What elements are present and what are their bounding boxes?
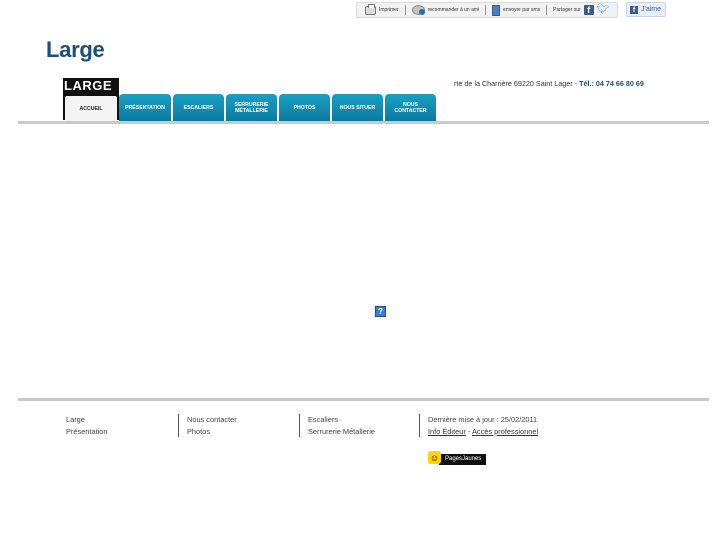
missing-image-icon: ?	[375, 306, 386, 317]
smiley-icon: ☺	[428, 451, 441, 464]
editor-links: Info Éditeur - Accès professionnel	[428, 426, 538, 438]
info-editeur-link[interactable]: Info Éditeur	[428, 427, 466, 436]
facebook-like-button[interactable]: f J'aime	[626, 2, 666, 17]
pagesjaunes-label: PagesJaunes	[439, 453, 487, 465]
divider	[485, 5, 487, 15]
utility-bar: Imprimer recommander à un ami envoyer pa…	[356, 2, 619, 18]
tab-presentation[interactable]: PRÉSENTATION	[119, 94, 171, 121]
pagesjaunes-badge[interactable]: ☺ PagesJaunes	[428, 450, 487, 465]
facebook-icon[interactable]: f	[583, 5, 594, 15]
site-title[interactable]: Large	[46, 37, 105, 63]
print-link[interactable]: Imprimer	[361, 3, 403, 17]
footer-link-presentation[interactable]: Présentation	[66, 426, 108, 438]
divider	[404, 5, 406, 15]
footer-link-large[interactable]: Large	[66, 414, 108, 426]
footer-col-2: Nous contacter Photos	[178, 414, 237, 437]
divider	[546, 5, 548, 15]
dash: -	[467, 427, 471, 436]
tab-serrurerie[interactable]: SERRURERIE MÉTALLERIE	[226, 94, 277, 121]
recommend-icon	[411, 5, 425, 15]
address: rte de la Charrière 69220 Saint Lager	[454, 79, 573, 88]
footer-col-1: Large Présentation	[66, 414, 108, 438]
last-update: Dernière mise à jour : 25/02/2011	[428, 415, 538, 424]
footer-col-4: Dernière mise à jour : 25/02/2011 Info É…	[419, 414, 538, 437]
footer-col-3: Escaliers Serrurerie Métallerie	[299, 414, 375, 437]
footer-link-serrurerie[interactable]: Serrurerie Métallerie	[308, 426, 375, 438]
tab-escaliers[interactable]: ESCALIERS	[173, 94, 224, 121]
print-label: Imprimer	[379, 7, 399, 13]
phone-icon	[492, 4, 501, 16]
recommend-link[interactable]: recommander à un ami	[408, 3, 483, 17]
tab-nous-situer[interactable]: NOUS SITUER	[332, 94, 383, 121]
footer-link-contact[interactable]: Nous contacter	[187, 414, 237, 426]
share-group: Partager sur f 🐦︎	[549, 3, 613, 17]
footer-divider	[18, 398, 709, 401]
logo-text: LARGE	[64, 78, 112, 93]
separator: -	[574, 79, 578, 88]
contact-line: rte de la Charrière 69220 Saint Lager - …	[454, 79, 644, 88]
share-label: Partager sur	[553, 7, 581, 13]
header-divider	[18, 121, 709, 124]
tab-accueil[interactable]: ACCUEIL	[65, 96, 117, 121]
tab-nous-contacter[interactable]: NOUS CONTACTER	[385, 94, 436, 121]
send-label: envoyer par sms	[503, 7, 541, 13]
footer-link-photos[interactable]: Photos	[187, 426, 237, 438]
phone-number: Tél.: 04 74 66 80 69	[579, 79, 644, 88]
main-nav: ACCUEIL PRÉSENTATION ESCALIERS SERRURERI…	[65, 94, 436, 121]
printer-icon	[365, 3, 376, 15]
recommend-label: recommander à un ami	[427, 7, 480, 13]
tab-photos[interactable]: PHOTOS	[279, 94, 330, 121]
send-sms-link[interactable]: envoyer par sms	[488, 3, 544, 17]
acces-pro-link[interactable]: Accès professionnel	[472, 427, 538, 436]
facebook-icon: f	[630, 5, 638, 14]
like-label: J'aime	[641, 6, 662, 13]
footer-link-escaliers[interactable]: Escaliers	[308, 414, 375, 426]
twitter-icon[interactable]: 🐦︎	[597, 5, 610, 15]
